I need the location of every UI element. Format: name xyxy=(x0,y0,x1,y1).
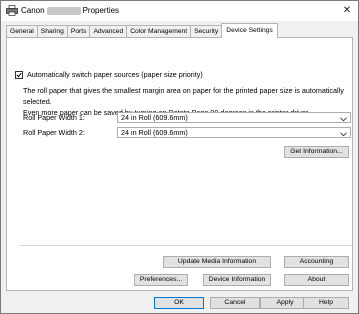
device-settings-panel: Automatically switch paper sources (pape… xyxy=(6,37,353,291)
chevron-down-icon xyxy=(340,115,347,124)
roll-paper-width-1-value: 24 in Roll (609.6mm) xyxy=(121,113,188,122)
auto-switch-row[interactable]: Automatically switch paper sources (pape… xyxy=(15,70,203,79)
title-bar: Canon Properties ✕ xyxy=(1,1,358,21)
help-button[interactable]: Help xyxy=(303,297,349,309)
separator xyxy=(19,245,352,246)
close-icon[interactable]: ✕ xyxy=(340,4,354,18)
tab-device-settings[interactable]: Device Settings xyxy=(221,23,278,38)
roll-paper-width-2-value: 24 in Roll (609.6mm) xyxy=(121,128,188,137)
update-media-information-button[interactable]: Update Media Information xyxy=(163,256,271,268)
ok-button[interactable]: OK xyxy=(154,297,204,309)
window-title: Canon Properties xyxy=(21,6,119,15)
chevron-down-icon xyxy=(340,130,347,139)
roll-paper-width-1-select[interactable]: 24 in Roll (609.6mm) xyxy=(117,112,351,123)
title-suffix: Properties xyxy=(82,6,120,15)
roll-paper-width-1-label: Roll Paper Width 1: xyxy=(23,113,85,122)
roll-paper-width-2-select[interactable]: 24 in Roll (609.6mm) xyxy=(117,127,351,138)
preferences-button[interactable]: Preferences... xyxy=(134,274,188,286)
auto-switch-label: Automatically switch paper sources (pape… xyxy=(27,70,203,79)
printer-icon xyxy=(6,5,18,16)
cancel-button[interactable]: Cancel xyxy=(210,297,260,309)
redacted-model-name xyxy=(46,6,81,15)
auto-switch-checkbox[interactable] xyxy=(15,70,23,79)
about-button[interactable]: About xyxy=(284,274,349,286)
properties-dialog: Canon Properties ✕ General Sharing Ports… xyxy=(0,0,359,314)
roll-paper-width-2-label: Roll Paper Width 2: xyxy=(23,128,85,137)
get-information-button[interactable]: Get Information... xyxy=(284,146,349,158)
accounting-button[interactable]: Accounting xyxy=(284,256,349,268)
checkmark-icon xyxy=(16,72,22,77)
description-line-1: The roll paper that gives the smallest m… xyxy=(23,86,344,106)
tab-strip: General Sharing Ports Advanced Color Man… xyxy=(6,23,278,38)
device-information-button[interactable]: Device Information xyxy=(203,274,271,286)
title-prefix: Canon xyxy=(21,6,45,15)
